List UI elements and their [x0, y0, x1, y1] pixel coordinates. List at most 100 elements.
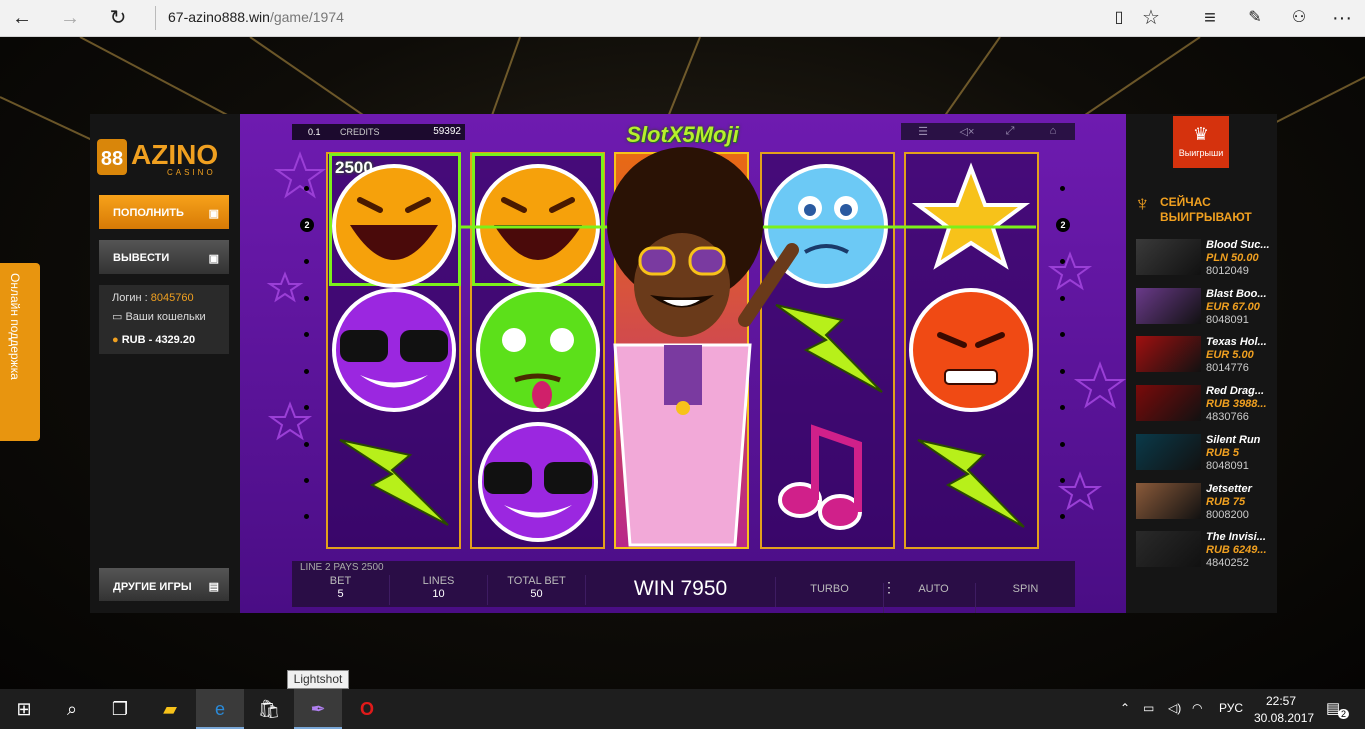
- logo-text: AZINO: [131, 139, 219, 170]
- address-bar[interactable]: 67-azino888.win/game/1974: [168, 9, 344, 25]
- fullscreen-icon[interactable]: ⤢: [1000, 125, 1020, 138]
- forward-arrow-icon[interactable]: →: [58, 6, 82, 30]
- line-dot: [304, 332, 309, 337]
- web-note-icon[interactable]: ✎: [1243, 6, 1267, 30]
- winner-row[interactable]: Texas Hol... EUR 5.00 8014776: [1136, 336, 1274, 376]
- line-dot: [304, 259, 309, 264]
- back-arrow-icon[interactable]: ←: [10, 6, 34, 30]
- wins-button[interactable]: ♛ Выигрыши: [1173, 116, 1229, 168]
- win-highlight-2: [472, 153, 604, 286]
- winner-user: 8048091: [1206, 314, 1249, 326]
- winner-game: Silent Run: [1206, 434, 1261, 446]
- total-bet-control[interactable]: TOTAL BET 50: [488, 575, 586, 605]
- left-sidebar: [90, 114, 240, 613]
- deposit-button[interactable]: ПОПОЛНИТЬ ▣: [99, 195, 229, 229]
- url-host: 67-azino888.win: [168, 9, 270, 25]
- sound-icon[interactable]: ◁×: [957, 125, 977, 138]
- reading-view-icon[interactable]: ▯: [1107, 6, 1131, 30]
- bet-label: BET: [329, 575, 352, 587]
- tray-chevron-icon[interactable]: ⌃: [1120, 701, 1130, 715]
- bet-control[interactable]: BET 5: [292, 575, 390, 605]
- reel-5: [904, 152, 1039, 549]
- favorite-star-icon[interactable]: ☆: [1139, 6, 1163, 30]
- wallet-small-icon: ▭: [112, 311, 123, 323]
- login-label: Логин :: [112, 292, 148, 304]
- winner-game: Blood Suc...: [1206, 239, 1270, 251]
- winner-row[interactable]: Blast Boo... EUR 67.00 8048091: [1136, 288, 1274, 328]
- store-icon[interactable]: 🛍: [245, 689, 293, 729]
- winner-user: 8014776: [1206, 362, 1249, 374]
- toolbar-divider: [155, 6, 156, 30]
- winner-amount: RUB 5: [1206, 447, 1240, 459]
- winner-row[interactable]: Red Drag... RUB 3988... 4830766: [1136, 385, 1274, 425]
- edge-browser-icon[interactable]: e: [196, 689, 244, 729]
- winner-user: 8048091: [1206, 460, 1249, 472]
- online-support-tab[interactable]: Онлайн поддержка: [0, 263, 40, 441]
- task-view-icon[interactable]: ❐: [96, 689, 144, 729]
- input-language[interactable]: РУС: [1219, 701, 1243, 715]
- line-dot: [304, 369, 309, 374]
- line-dot: [304, 442, 309, 447]
- credits-label: CREDITS: [340, 127, 380, 137]
- line-pays-text: LINE 2 PAYS 2500: [300, 562, 384, 573]
- support-label: Онлайн поддержка: [8, 273, 22, 380]
- balance-row: ● RUB - 4329.20: [112, 334, 195, 346]
- credits-value: 59392: [433, 126, 461, 137]
- opera-icon[interactable]: O: [343, 689, 391, 729]
- svg-text:88: 88: [101, 148, 123, 170]
- line-dot: [304, 478, 309, 483]
- search-icon[interactable]: ⌕: [48, 689, 96, 729]
- wallets-label: Ваши кошельки: [125, 311, 206, 323]
- network-icon[interactable]: ▭: [1143, 701, 1154, 715]
- line-dot: [1060, 259, 1065, 264]
- winner-row[interactable]: Jetsetter RUB 75 8008200: [1136, 483, 1274, 523]
- refresh-icon[interactable]: ↻: [106, 6, 130, 30]
- more-icon[interactable]: ···: [1330, 6, 1354, 30]
- winner-row[interactable]: The Invisi... RUB 6249... 4840252: [1136, 531, 1274, 571]
- winner-user: 8008200: [1206, 509, 1249, 521]
- azino-logo[interactable]: 88 AZINO CASINO: [97, 135, 232, 180]
- other-games-button[interactable]: ДРУГИЕ ИГРЫ ▤: [99, 568, 229, 601]
- login-value: 8045760: [150, 292, 194, 304]
- volume-icon[interactable]: ◁): [1168, 701, 1181, 715]
- turbo-button[interactable]: TURBO: [776, 583, 884, 613]
- line-dot: [1060, 405, 1065, 410]
- clock-time[interactable]: 22:57: [1266, 694, 1296, 708]
- home-icon[interactable]: ⌂: [1043, 125, 1063, 137]
- winning-now-title: СЕЙЧАС ВЫИГРЫВАЮТ: [1160, 195, 1252, 225]
- withdraw-button[interactable]: ВЫВЕСТИ ▣: [99, 240, 229, 274]
- spin-button[interactable]: SPIN: [976, 583, 1075, 613]
- clock-date[interactable]: 30.08.2017: [1254, 711, 1314, 725]
- winner-game: The Invisi...: [1206, 531, 1266, 543]
- url-path: /game/1974: [269, 9, 344, 25]
- winner-game: Jetsetter: [1206, 483, 1252, 495]
- line-dot: [1060, 442, 1065, 447]
- winner-amount: EUR 5.00: [1206, 349, 1254, 361]
- winner-row[interactable]: Silent Run RUB 5 8048091: [1136, 434, 1274, 474]
- line-dot: [1060, 186, 1065, 191]
- winner-row[interactable]: Blood Suc... PLN 50.00 8012049: [1136, 239, 1274, 279]
- other-games-label: ДРУГИЕ ИГРЫ: [113, 581, 192, 593]
- crown-icon: ♛: [1192, 124, 1210, 144]
- line-dot: [304, 405, 309, 410]
- hub-icon[interactable]: ≡: [1198, 6, 1222, 30]
- wifi-icon[interactable]: ◠: [1192, 701, 1202, 715]
- winner-game: Blast Boo...: [1206, 288, 1267, 300]
- denomination[interactable]: 0.1: [308, 127, 321, 137]
- windows-start-icon[interactable]: ⊞: [0, 689, 48, 729]
- lightshot-icon[interactable]: ✒: [294, 689, 342, 729]
- share-icon[interactable]: ⚇: [1287, 6, 1311, 30]
- wallets-link[interactable]: ▭ Ваши кошельки: [112, 310, 206, 323]
- game-thumbnail: [1136, 483, 1201, 519]
- file-explorer-icon[interactable]: ▰: [146, 689, 194, 729]
- bet-value: 5: [337, 588, 344, 600]
- line-marker-left: 2: [300, 218, 314, 232]
- wallet-out-icon: ▣: [208, 253, 219, 265]
- reel-3-wild: [614, 152, 749, 549]
- total-bet-value: 50: [530, 588, 543, 600]
- coin-icon: ●: [112, 334, 119, 346]
- game-thumbnail: [1136, 531, 1201, 567]
- menu-icon[interactable]: ☰: [913, 125, 933, 138]
- auto-button[interactable]: AUTO: [892, 583, 976, 613]
- lines-control[interactable]: LINES 10: [390, 575, 488, 605]
